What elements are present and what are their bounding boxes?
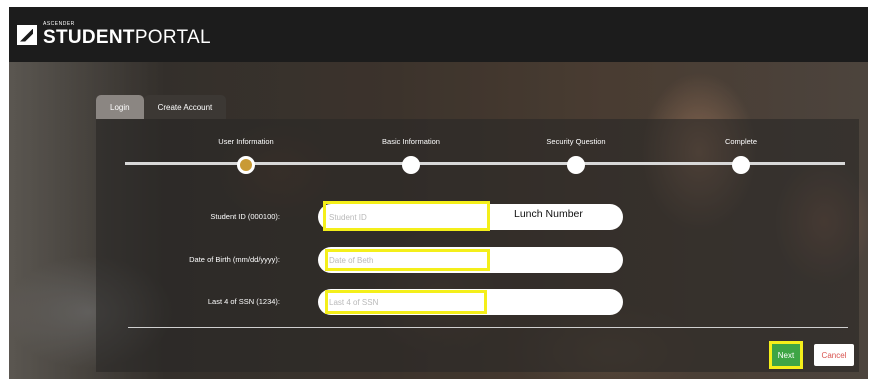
ssn-field [318,289,623,315]
dob-input[interactable] [329,251,479,269]
student-id-label: Student ID (000100): [210,212,280,221]
lunch-number-label: Lunch Number [514,208,583,220]
step-dot-current [237,156,255,174]
ssn-input[interactable] [329,293,479,311]
brand-logo[interactable]: ASCENDER STUDENTPORTAL [43,22,211,48]
step-basic-information: Basic Information [356,137,466,174]
step-user-information: User Information [191,137,301,174]
step-dot [567,156,585,174]
ssn-label: Last 4 of SSN (1234): [207,297,280,306]
next-button[interactable]: Next [769,341,803,369]
dob-field [318,247,623,273]
cancel-button[interactable]: Cancel [814,344,854,366]
student-id-input[interactable] [329,208,479,226]
step-dot [402,156,420,174]
tab-create-account[interactable]: Create Account [143,95,227,119]
auth-tabs: Login Create Account [96,95,227,119]
ascender-logo-icon [17,24,37,45]
brand-bold: STUDENT [43,27,135,48]
step-dot [732,156,750,174]
header-bar: ASCENDER STUDENTPORTAL [9,7,868,62]
step-security-question: Security Question [521,137,631,174]
dob-label: Date of Birth (mm/dd/yyyy): [189,255,280,264]
step-complete: Complete [686,137,796,174]
form-divider [128,327,848,328]
tab-login[interactable]: Login [96,95,144,119]
brand-light: PORTAL [134,27,211,48]
